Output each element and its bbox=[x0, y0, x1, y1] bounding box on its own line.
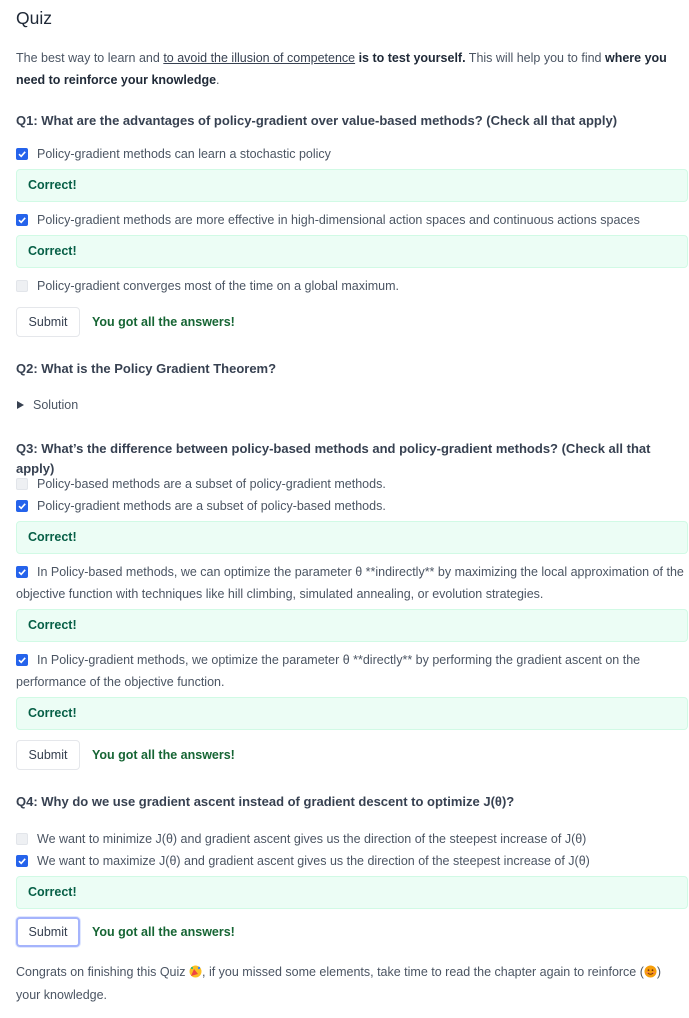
page-title: Quiz bbox=[16, 8, 52, 28]
intro-part: The best way to learn and bbox=[16, 51, 164, 65]
q1-option-2[interactable]: Policy-gradient methods are more effecti… bbox=[16, 209, 688, 231]
option-label: Policy-gradient methods are more effecti… bbox=[37, 213, 640, 227]
footer-part: Congrats on finishing this Quiz bbox=[16, 965, 190, 979]
q4-option-2[interactable]: We want to maximize J(θ) and gradient as… bbox=[16, 850, 688, 872]
correct-feedback: Correct! bbox=[16, 521, 688, 554]
option-label: In Policy-based methods, we can optimize… bbox=[16, 565, 684, 601]
q3-option-2[interactable]: Policy-gradient methods are a subset of … bbox=[16, 495, 688, 517]
footer-part: , if you missed some elements, take time… bbox=[202, 965, 644, 979]
all-answers-message: You got all the answers! bbox=[92, 925, 235, 939]
intro-text: The best way to learn and to avoid the i… bbox=[16, 47, 678, 91]
q2-title: Q2: What is the Policy Gradient Theorem? bbox=[16, 361, 277, 376]
correct-feedback: Correct! bbox=[16, 235, 688, 268]
intro-part: . bbox=[216, 73, 220, 87]
checkbox-unchecked[interactable] bbox=[16, 478, 28, 490]
q1-option-1[interactable]: Policy-gradient methods can learn a stoc… bbox=[16, 143, 688, 165]
q1-option-3[interactable]: Policy-gradient converges most of the ti… bbox=[16, 275, 688, 297]
checkbox-checked[interactable] bbox=[16, 654, 28, 666]
submit-button[interactable]: Submit bbox=[16, 917, 80, 947]
submit-button[interactable]: Submit bbox=[16, 740, 80, 770]
quiz-page: Quiz The best way to learn and to avoid … bbox=[0, 0, 689, 1007]
intro-part: This will help you to find bbox=[465, 51, 605, 65]
option-label: Policy-gradient methods are a subset of … bbox=[37, 499, 386, 513]
q1-submit-row: Submit You got all the answers! bbox=[16, 307, 688, 337]
triangle-right-icon bbox=[17, 401, 24, 409]
option-label: Policy-gradient methods can learn a stoc… bbox=[37, 147, 331, 161]
q3-option-3[interactable]: In Policy-based methods, we can optimize… bbox=[16, 561, 688, 605]
q3-title: Q3: What’s the difference between policy… bbox=[16, 441, 651, 476]
checkbox-checked[interactable] bbox=[16, 214, 28, 226]
check-icon bbox=[18, 858, 26, 865]
check-icon bbox=[18, 217, 26, 224]
check-icon bbox=[18, 503, 26, 510]
q4-submit-row: Submit You got all the answers! bbox=[16, 917, 688, 947]
q4-title: Q4: Why do we use gradient ascent instea… bbox=[16, 794, 515, 809]
all-answers-message: You got all the answers! bbox=[92, 748, 235, 762]
option-label: We want to minimize J(θ) and gradient as… bbox=[37, 832, 587, 846]
correct-feedback: Correct! bbox=[16, 609, 688, 642]
checkbox-checked[interactable] bbox=[16, 566, 28, 578]
checkbox-unchecked[interactable] bbox=[16, 280, 28, 292]
q4-option-1[interactable]: We want to minimize J(θ) and gradient as… bbox=[16, 828, 688, 850]
check-icon bbox=[18, 151, 26, 158]
q1-title: Q1: What are the advantages of policy-gr… bbox=[16, 113, 618, 128]
check-icon bbox=[18, 569, 26, 576]
smiling-emoji-icon bbox=[644, 963, 657, 978]
q3-option-1[interactable]: Policy-based methods are a subset of pol… bbox=[16, 473, 688, 495]
checkbox-checked[interactable] bbox=[16, 855, 28, 867]
option-label: Policy-gradient converges most of the ti… bbox=[37, 279, 399, 293]
option-label: In Policy-gradient methods, we optimize … bbox=[16, 653, 641, 689]
check-icon bbox=[18, 657, 26, 664]
q3-submit-row: Submit You got all the answers! bbox=[16, 740, 688, 770]
footer-text: Congrats on finishing this Quiz , if you… bbox=[16, 961, 678, 1007]
checkbox-checked[interactable] bbox=[16, 500, 28, 512]
correct-feedback: Correct! bbox=[16, 697, 688, 730]
submit-button[interactable]: Submit bbox=[16, 307, 80, 337]
all-answers-message: You got all the answers! bbox=[92, 315, 235, 329]
option-label: Policy-based methods are a subset of pol… bbox=[37, 477, 386, 491]
party-emoji-icon bbox=[189, 963, 202, 978]
correct-feedback: Correct! bbox=[16, 876, 688, 909]
intro-bold: is to test yourself. bbox=[355, 51, 466, 65]
q3-option-4[interactable]: In Policy-gradient methods, we optimize … bbox=[16, 649, 688, 693]
illusion-link[interactable]: to avoid the illusion of competence bbox=[163, 51, 355, 65]
correct-feedback: Correct! bbox=[16, 169, 688, 202]
solution-toggle[interactable]: Solution bbox=[16, 395, 688, 415]
checkbox-unchecked[interactable] bbox=[16, 833, 28, 845]
option-label: We want to maximize J(θ) and gradient as… bbox=[37, 854, 590, 868]
solution-label: Solution bbox=[33, 398, 79, 412]
checkbox-checked[interactable] bbox=[16, 148, 28, 160]
